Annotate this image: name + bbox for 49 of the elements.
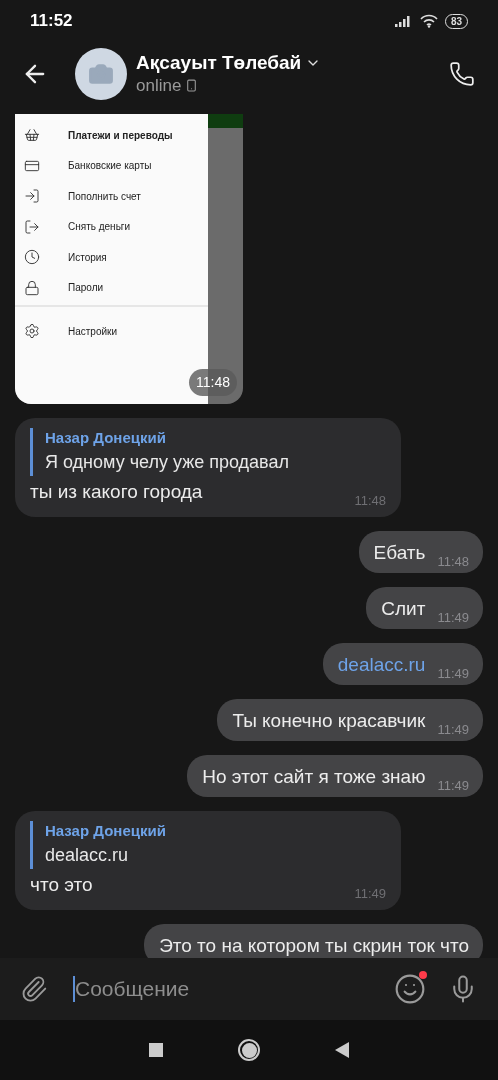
settings-icon bbox=[24, 323, 40, 340]
message-time: 11:48 bbox=[437, 555, 469, 568]
lock-icon bbox=[24, 279, 40, 296]
message-time: 11:49 bbox=[437, 723, 469, 736]
back-nav-icon[interactable] bbox=[335, 1042, 349, 1058]
menu-item: История bbox=[68, 250, 107, 265]
message-time: 11:49 bbox=[437, 667, 469, 680]
attach-icon[interactable] bbox=[20, 975, 48, 1003]
message-time: 11:49 bbox=[437, 779, 469, 792]
message-time: 11:48 bbox=[354, 494, 386, 507]
quote-author: Назар Донецкий bbox=[45, 821, 167, 841]
menu-item: Пополнить счет bbox=[68, 189, 141, 204]
quoted-message[interactable]: Назар Донецкий dealacc.ru bbox=[30, 821, 386, 869]
wifi-icon bbox=[419, 14, 438, 28]
home-button[interactable] bbox=[238, 1039, 260, 1061]
quote-text: Я одному челу уже продавал bbox=[45, 451, 290, 474]
message-time: 11:49 bbox=[354, 887, 386, 900]
contact-status: online bbox=[136, 74, 182, 97]
contact-avatar[interactable] bbox=[75, 47, 127, 100]
message-text: Ебать bbox=[373, 541, 426, 565]
quote-text: dealacc.ru bbox=[45, 844, 130, 867]
arrow-in-icon bbox=[24, 188, 40, 205]
menu-item: Снять деньги bbox=[68, 220, 131, 235]
status-time: 11:52 bbox=[30, 10, 73, 33]
message-text: Это то на котором ты скрин ток что bbox=[159, 934, 469, 958]
message-time: 11:49 bbox=[437, 611, 469, 624]
message-text: Слит bbox=[381, 597, 426, 621]
message-text: Но этот сайт я тоже знаю bbox=[202, 765, 426, 789]
signal-icon bbox=[394, 15, 413, 27]
clock-icon bbox=[24, 249, 40, 266]
menu-item: Платежи и переводы bbox=[68, 128, 173, 143]
quoted-message[interactable]: Назар Донецкий Я одному челу уже продавал bbox=[30, 428, 386, 476]
menu-item: Пароли bbox=[68, 281, 104, 296]
message-text: что это bbox=[30, 873, 93, 897]
emoji-icon[interactable] bbox=[394, 973, 426, 1005]
image-time: 11:48 bbox=[189, 369, 237, 396]
basket-icon bbox=[24, 127, 40, 144]
phone-device-icon bbox=[185, 79, 199, 92]
contact-name[interactable]: Ақсауыт Төлебай bbox=[136, 50, 302, 75]
message-input[interactable]: Сообщение bbox=[75, 973, 394, 1005]
header-bar bbox=[208, 114, 243, 128]
menu-item: Настройки bbox=[68, 324, 118, 339]
message-text: Ты конечно красавчик bbox=[232, 709, 426, 733]
screenshot-image[interactable]: Платежи и переводы Банковские карты Пополнить счет Снять деньги История Пароли Настройки 11:48 bbox=[15, 114, 243, 404]
composer-bar[interactable]: Сообщение bbox=[0, 958, 498, 1020]
quote-author: Назар Донецкий bbox=[45, 428, 167, 448]
message-link[interactable]: dealacc.ru bbox=[337, 652, 426, 678]
menu-item: Банковские карты bbox=[68, 159, 152, 174]
message-text: ты из какого города bbox=[30, 480, 203, 504]
